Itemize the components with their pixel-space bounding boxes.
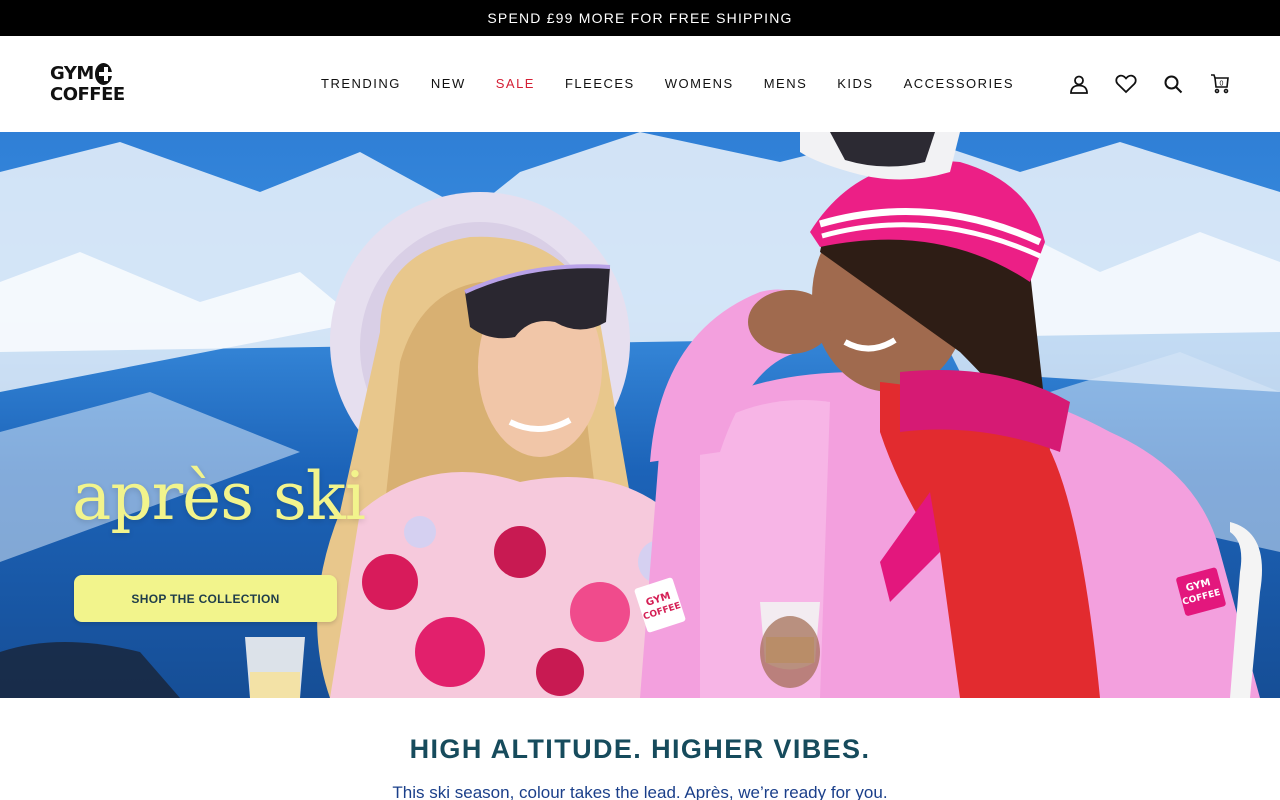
site-header: GYM COFFEE TRENDING NEW SALE FLEECES WOM… — [0, 36, 1280, 132]
brand-logo-line2: COFFEE — [50, 84, 125, 105]
hero-banner[interactable]: GYM COFFEE GYM COFFEE après ski SHOP THE… — [0, 132, 1280, 698]
nav-item-trending[interactable]: TRENDING — [306, 74, 416, 94]
main-nav: TRENDING NEW SALE FLEECES WOMENS MENS KI… — [306, 36, 1029, 132]
nav-item-mens[interactable]: MENS — [749, 74, 823, 94]
wishlist-heart-icon[interactable] — [1114, 72, 1138, 96]
nav-item-accessories[interactable]: ACCESSORIES — [889, 74, 1029, 94]
nav-item-sale[interactable]: SALE — [481, 74, 550, 94]
section-subline: This ski season, colour takes the lead. … — [392, 783, 888, 800]
cart-icon[interactable]: 0 — [1208, 72, 1232, 96]
search-icon[interactable] — [1161, 72, 1185, 96]
announcement-bar: SPEND £99 MORE FOR FREE SHIPPING — [0, 0, 1280, 36]
announcement-text: SPEND £99 MORE FOR FREE SHIPPING — [487, 10, 793, 26]
nav-item-kids[interactable]: KIDS — [822, 74, 888, 94]
account-icon[interactable] — [1067, 72, 1091, 96]
shop-the-collection-button[interactable]: SHOP THE COLLECTION — [74, 575, 337, 622]
logo-cross-icon — [94, 63, 114, 85]
brand-logo[interactable]: GYM COFFEE — [50, 63, 125, 105]
hero-title: après ski — [72, 458, 366, 535]
nav-item-womens[interactable]: WOMENS — [650, 74, 749, 94]
header-icons: 0 — [1067, 36, 1232, 132]
nav-item-new[interactable]: NEW — [416, 74, 481, 94]
cart-count: 0 — [1220, 80, 1224, 87]
section-headline: HIGH ALTITUDE. HIGHER VIBES. — [409, 734, 871, 764]
nav-item-fleeces[interactable]: FLEECES — [550, 74, 650, 94]
brand-logo-line1: GYM — [50, 63, 94, 84]
